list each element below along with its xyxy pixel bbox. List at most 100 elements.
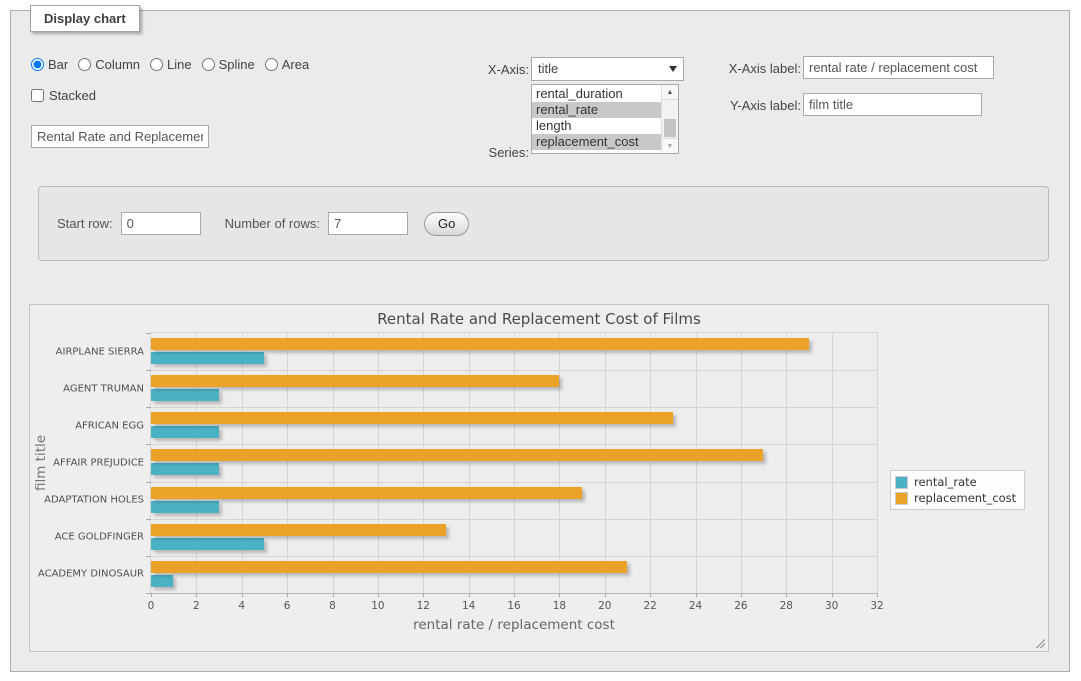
y-category-label: ACADEMY DINOSAUR — [38, 569, 144, 580]
x-tick-label: 22 — [643, 600, 656, 612]
num-rows-input[interactable] — [328, 212, 408, 235]
y-tick-mark — [146, 444, 151, 445]
bar-rental_rate — [151, 538, 264, 550]
x-tick-mark — [151, 593, 152, 597]
bar-replacement_cost — [151, 487, 582, 499]
x-tick-mark — [559, 593, 560, 597]
series-multiselect[interactable]: rental_duration rental_rate length repla… — [531, 84, 679, 154]
series-option-rental-duration[interactable]: rental_duration — [532, 86, 661, 102]
gridline-vertical — [469, 333, 470, 593]
x-tick-label: 20 — [598, 600, 611, 612]
x-tick-mark — [287, 593, 288, 597]
gridline-vertical — [741, 333, 742, 593]
resize-handle-icon[interactable] — [1034, 637, 1045, 648]
gridline-horizontal — [151, 407, 877, 408]
x-tick-mark — [741, 593, 742, 597]
fieldset-legend: Display chart — [30, 5, 140, 32]
x-axis-select[interactable]: title — [531, 57, 684, 81]
gridline-horizontal — [151, 370, 877, 371]
x-tick-label: 28 — [780, 600, 793, 612]
gridline-vertical — [287, 333, 288, 593]
start-row-input[interactable] — [121, 212, 201, 235]
go-button[interactable]: Go — [424, 212, 469, 236]
gridline-horizontal — [151, 444, 877, 445]
y-tick-mark — [146, 519, 151, 520]
bar-replacement_cost — [151, 449, 763, 461]
gridline-vertical — [514, 333, 515, 593]
x-axis-selected-value: title — [538, 61, 558, 76]
gridline-horizontal — [151, 519, 877, 520]
stacked-checkbox-row[interactable]: Stacked — [31, 88, 96, 103]
y-category-label: AFRICAN EGG — [75, 420, 144, 431]
series-option-replacement-cost[interactable]: replacement_cost — [532, 134, 661, 150]
y-tick-mark — [146, 556, 151, 557]
series-list-scrollbar[interactable]: ▲ ▼ — [661, 85, 678, 153]
radio-line-label: Line — [167, 57, 192, 72]
series-options: rental_duration rental_rate length repla… — [532, 86, 661, 150]
start-row-label: Start row: — [57, 216, 113, 231]
stacked-label: Stacked — [49, 88, 96, 103]
x-axis-label-input[interactable] — [803, 56, 994, 79]
y-tick-mark — [146, 407, 151, 408]
legend-label: replacement_cost — [914, 491, 1016, 505]
chart-container: Rental Rate and Replacement Cost of Film… — [29, 304, 1049, 652]
bar-replacement_cost — [151, 561, 627, 573]
radio-bar[interactable]: Bar — [31, 57, 68, 72]
radio-line-input[interactable] — [150, 58, 163, 71]
chart-title: Rental Rate and Replacement Cost of Film… — [30, 310, 1048, 328]
series-option-rental-rate[interactable]: rental_rate — [532, 102, 661, 118]
gridline-horizontal — [151, 556, 877, 557]
radio-bar-input[interactable] — [31, 58, 44, 71]
radio-spline-input[interactable] — [202, 58, 215, 71]
y-category-label: AFFAIR PREJUDICE — [53, 458, 144, 469]
x-tick-mark — [242, 593, 243, 597]
x-tick-label: 24 — [689, 600, 702, 612]
x-tick-label: 10 — [371, 600, 384, 612]
x-axis-label-caption: X-Axis label: — [709, 61, 801, 76]
bar-rental_rate — [151, 501, 219, 513]
y-category-label: ACE GOLDFINGER — [55, 532, 144, 543]
stacked-checkbox[interactable] — [31, 89, 44, 102]
radio-area[interactable]: Area — [265, 57, 309, 72]
x-tick-label: 12 — [417, 600, 430, 612]
bar-rental_rate — [151, 463, 219, 475]
bar-rental_rate — [151, 426, 219, 438]
x-tick-label: 18 — [553, 600, 566, 612]
bar-replacement_cost — [151, 338, 809, 350]
radio-line[interactable]: Line — [150, 57, 192, 72]
y-axis-label-input[interactable] — [803, 93, 982, 116]
chart-title-input[interactable] — [31, 125, 209, 148]
radio-column-input[interactable] — [78, 58, 91, 71]
x-tick-label: 30 — [825, 600, 838, 612]
scroll-up-icon[interactable]: ▲ — [662, 85, 678, 100]
gridline-vertical — [696, 333, 697, 593]
x-tick-mark — [514, 593, 515, 597]
radio-area-label: Area — [282, 57, 309, 72]
x-tick-label: 32 — [870, 600, 883, 612]
bar-rental_rate — [151, 575, 173, 587]
radio-column[interactable]: Column — [78, 57, 140, 72]
gridline-vertical — [650, 333, 651, 593]
gridline-vertical — [423, 333, 424, 593]
x-tick-mark — [877, 593, 878, 597]
legend-row: replacement_cost — [895, 490, 1016, 506]
display-chart-fieldset: Display chart Bar Column Line Spline Are… — [10, 10, 1070, 672]
scroll-down-icon[interactable]: ▼ — [662, 138, 678, 153]
scrollbar-thumb[interactable] — [664, 119, 676, 137]
y-tick-mark — [146, 482, 151, 483]
x-axis-select-label: X-Axis: — [439, 62, 529, 77]
gridline-vertical — [378, 333, 379, 593]
series-option-length[interactable]: length — [532, 118, 661, 134]
gridline-horizontal — [151, 482, 877, 483]
bar-replacement_cost — [151, 412, 673, 424]
y-tick-mark — [146, 333, 151, 334]
x-tick-label: 8 — [329, 600, 336, 612]
x-tick-mark — [605, 593, 606, 597]
y-category-label: ADAPTATION HOLES — [44, 495, 144, 506]
x-tick-mark — [832, 593, 833, 597]
page: Display chart Bar Column Line Spline Are… — [0, 0, 1081, 681]
x-tick-mark — [786, 593, 787, 597]
radio-area-input[interactable] — [265, 58, 278, 71]
select-caret-icon — [669, 66, 677, 72]
radio-spline[interactable]: Spline — [202, 57, 255, 72]
